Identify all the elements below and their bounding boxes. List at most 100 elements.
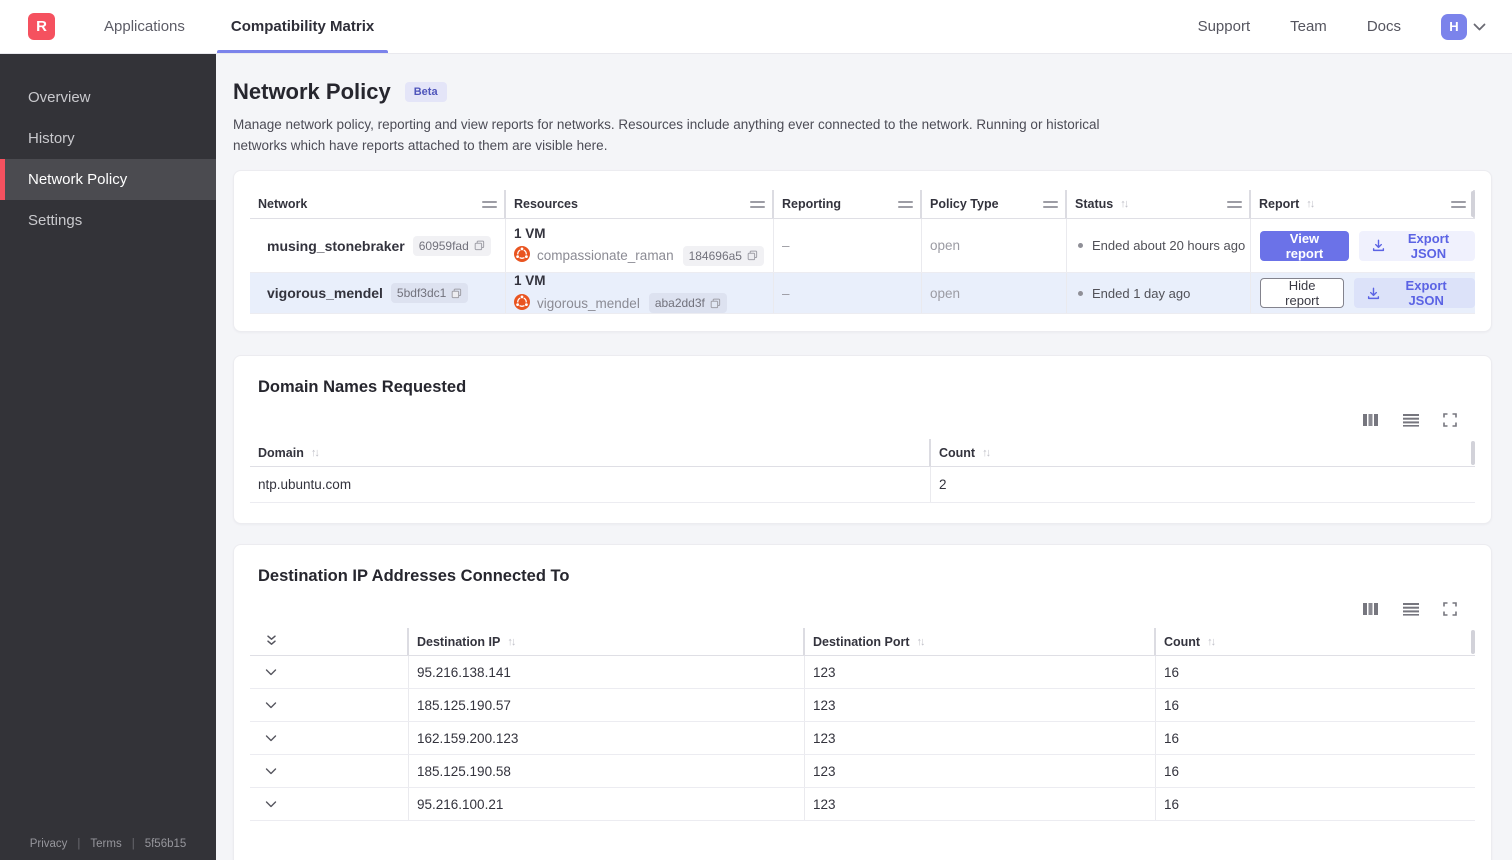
count-value: 16 — [1164, 730, 1180, 746]
hide-report-button[interactable]: Hide report — [1260, 278, 1345, 308]
sidebar-item-network-policy[interactable]: Network Policy — [0, 159, 216, 200]
expand-row-toggle[interactable] — [250, 689, 409, 721]
column-header-domain[interactable]: Domain ↑↓ — [250, 439, 931, 466]
network-row-musing-stonebraker[interactable]: musing_stonebraker 60959fad 1 VM compass… — [250, 219, 1475, 273]
column-header-status[interactable]: Status ↑↓ — [1067, 190, 1251, 218]
row-density-icon[interactable] — [1402, 413, 1420, 427]
network-name: musing_stonebraker — [267, 237, 405, 254]
column-resize-handle-icon[interactable] — [1043, 200, 1058, 208]
column-header-count[interactable]: Count ↑↓ — [1156, 628, 1475, 655]
fullscreen-icon[interactable] — [1443, 413, 1457, 427]
copy-icon[interactable] — [710, 298, 721, 309]
top-navbar: R Applications Compatibility Matrix Supp… — [0, 0, 1512, 54]
terms-link[interactable]: Terms — [90, 838, 121, 850]
column-header-policy-type[interactable]: Policy Type — [922, 190, 1067, 218]
copy-icon[interactable] — [451, 288, 462, 299]
tab-applications[interactable]: Applications — [90, 0, 199, 53]
destination-row[interactable]: 95.216.100.21 123 16 — [250, 788, 1475, 821]
build-version: 5f56b15 — [144, 838, 187, 850]
vm-count: 1 VM — [514, 225, 546, 241]
copy-icon[interactable] — [474, 240, 485, 251]
page-title: Network Policy — [233, 79, 391, 104]
column-resize-handle-icon[interactable] — [1451, 200, 1466, 208]
sort-icon[interactable]: ↑↓ — [917, 636, 926, 648]
link-support[interactable]: Support — [1198, 18, 1251, 35]
table-scrollbar-thumb[interactable] — [1471, 441, 1475, 465]
resource-id-badge: 184696a5 — [682, 245, 764, 266]
copy-icon[interactable] — [747, 250, 758, 261]
download-icon — [1371, 238, 1386, 253]
expand-row-toggle[interactable] — [250, 722, 409, 754]
sidebar-item-overview[interactable]: Overview — [0, 77, 216, 118]
columns-icon[interactable] — [1362, 413, 1379, 427]
expand-all-rows[interactable] — [250, 628, 409, 655]
sort-icon[interactable]: ↑↓ — [982, 447, 991, 459]
destination-ip-value: 95.216.138.141 — [409, 656, 805, 688]
sidebar-item-settings[interactable]: Settings — [0, 200, 216, 241]
destination-row[interactable]: 162.159.200.123 123 16 — [250, 722, 1475, 755]
destinations-table-header: Destination IP ↑↓ Destination Port ↑↓ Co… — [250, 628, 1475, 656]
view-report-button[interactable]: View report — [1260, 230, 1349, 261]
column-header-reporting[interactable]: Reporting — [774, 190, 922, 218]
export-json-button[interactable]: Export JSON — [1358, 230, 1475, 261]
destination-row[interactable]: 185.125.190.58 123 16 — [250, 755, 1475, 788]
column-header-report[interactable]: Report ↑↓ — [1251, 190, 1475, 218]
column-header-network[interactable]: Network — [250, 190, 506, 218]
destinations-toolbar — [250, 600, 1475, 618]
count-value: 16 — [1164, 697, 1180, 713]
column-header-destination-ip[interactable]: Destination IP ↑↓ — [409, 628, 805, 655]
destination-port-value: 123 — [805, 788, 1156, 820]
resource-name: compassionate_raman — [537, 248, 674, 263]
row-density-icon[interactable] — [1402, 602, 1420, 616]
expand-row-toggle[interactable] — [250, 755, 409, 787]
link-team[interactable]: Team — [1290, 18, 1327, 35]
sort-icon[interactable]: ↑↓ — [507, 636, 516, 648]
network-row-vigorous-mendel[interactable]: vigorous_mendel 5bdf3dc1 1 VM vigorous_m… — [250, 273, 1475, 314]
destination-ip-value: 185.125.190.57 — [409, 689, 805, 721]
columns-icon[interactable] — [1362, 602, 1379, 616]
link-docs[interactable]: Docs — [1367, 18, 1401, 35]
table-scrollbar-thumb[interactable] — [1471, 630, 1475, 654]
column-resize-handle-icon[interactable] — [482, 200, 497, 208]
tab-compatibility-matrix[interactable]: Compatibility Matrix — [216, 0, 389, 53]
status-text: Ended 1 day ago — [1092, 285, 1191, 301]
column-resize-handle-icon[interactable] — [898, 200, 913, 208]
sort-icon[interactable]: ↑↓ — [1120, 198, 1129, 210]
resource-name: vigorous_mendel — [537, 295, 640, 311]
domain-row[interactable]: ntp.ubuntu.com 2 — [250, 467, 1475, 503]
beta-badge: Beta — [404, 82, 447, 102]
expand-row-toggle[interactable] — [250, 788, 409, 820]
count-value: 16 — [1164, 796, 1180, 812]
sort-icon[interactable]: ↑↓ — [311, 447, 320, 459]
topbar-right: Support Team Docs H — [1158, 13, 1486, 40]
sidebar: Overview History Network Policy Settings… — [0, 54, 216, 860]
fullscreen-icon[interactable] — [1443, 602, 1457, 616]
footer-divider: | — [131, 838, 135, 850]
privacy-link[interactable]: Privacy — [30, 838, 68, 850]
destination-row[interactable]: 185.125.190.57 123 16 — [250, 689, 1475, 722]
table-scrollbar-thumb[interactable] — [1471, 191, 1475, 217]
reporting-value: – — [774, 273, 922, 313]
column-header-destination-port[interactable]: Destination Port ↑↓ — [805, 628, 1156, 655]
column-header-resources[interactable]: Resources — [506, 190, 774, 218]
destination-port-value: 123 — [805, 755, 1156, 787]
network-id-badge: 60959fad — [412, 235, 491, 256]
expand-row-toggle[interactable] — [250, 656, 409, 688]
export-json-button[interactable]: Export JSON — [1354, 278, 1475, 308]
count-value: 16 — [1164, 763, 1180, 779]
sort-icon[interactable]: ↑↓ — [1207, 636, 1216, 648]
user-avatar[interactable]: H — [1441, 13, 1467, 40]
policy-type-value: open — [922, 219, 1067, 272]
brand-logo[interactable]: R — [28, 13, 55, 40]
double-chevron-down-icon[interactable] — [265, 634, 278, 650]
sidebar-nav: Overview History Network Policy Settings — [0, 54, 216, 241]
network-id-badge: 5bdf3dc1 — [390, 283, 469, 303]
user-menu-chevron-down-icon[interactable] — [1473, 23, 1486, 31]
destination-row[interactable]: 95.216.138.141 123 16 — [250, 656, 1475, 689]
destination-ip-value: 162.159.200.123 — [409, 722, 805, 754]
column-resize-handle-icon[interactable] — [1227, 200, 1242, 208]
sort-icon[interactable]: ↑↓ — [1306, 198, 1315, 210]
column-resize-handle-icon[interactable] — [750, 200, 765, 208]
sidebar-item-history[interactable]: History — [0, 118, 216, 159]
column-header-count[interactable]: Count ↑↓ — [931, 439, 1475, 466]
